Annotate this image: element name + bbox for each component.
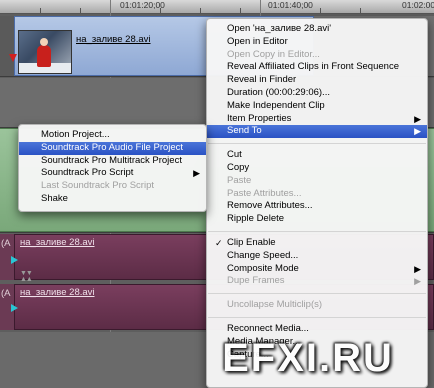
menu-item-label: Soundtrack Pro Audio File Project	[41, 141, 184, 153]
menu-item-paste-attributes[interactable]: Paste Attributes...	[207, 188, 427, 201]
menu-item-dupe-frames[interactable]: Dupe Frames ▶	[207, 275, 427, 288]
ruler-tick	[160, 8, 161, 14]
watermark-logo: EFXI.RU	[222, 336, 394, 380]
menu-item-label: Paste	[227, 174, 252, 186]
submenu-arrow-icon: ▶	[414, 126, 421, 137]
checkmark-icon: ✓	[215, 237, 223, 248]
menu-item-change-speed[interactable]: Change Speed...	[207, 250, 427, 263]
menu-item-label: Make Independent Clip	[227, 99, 325, 111]
ruler-tick	[80, 8, 81, 14]
thumbnail-head	[40, 38, 48, 46]
menu-item-label: Send To	[227, 125, 262, 137]
audio-edge-label: (A	[1, 288, 11, 299]
menu-item-open-in-editor[interactable]: Open in Editor	[207, 36, 427, 49]
menu-item-label: Soundtrack Pro Script	[41, 167, 134, 179]
menu-item-clip-enable[interactable]: ✓ Clip Enable	[207, 237, 427, 250]
video-clip-name: на_заливе 28.avi	[76, 34, 151, 45]
menu-item-label: Reveal in Finder	[227, 74, 297, 86]
audio-clip-name: на_заливе 28.avi	[20, 287, 95, 298]
ruler-tick	[240, 8, 241, 14]
time-ruler[interactable]: 01:01:20;00 01:01:40;00 01:02:00;00	[0, 0, 434, 14]
menu-item-label: Change Speed...	[227, 249, 299, 261]
menu-separator	[208, 143, 426, 145]
thumbnail-figure	[37, 45, 51, 67]
menu-item-label: Soundtrack Pro Multitrack Project	[41, 154, 182, 166]
menu-item-remove-attributes[interactable]: Remove Attributes...	[207, 200, 427, 213]
menu-separator	[208, 293, 426, 295]
audio-edge-label: (A	[1, 238, 11, 249]
ruler-time-label: 01:01:40;00	[268, 0, 313, 10]
menu-item-label: Open in Editor	[227, 35, 288, 47]
menu-item-send-to[interactable]: Send To ▶	[207, 125, 427, 139]
menu-item-soundtrack-multitrack-project[interactable]: Soundtrack Pro Multitrack Project	[19, 155, 206, 168]
menu-item-label: Cut	[227, 149, 242, 161]
menu-item-ripple-delete[interactable]: Ripple Delete	[207, 213, 427, 226]
ruler-tick	[200, 8, 201, 14]
audio-clip-name: на_заливе 28.avi	[20, 237, 95, 248]
menu-item-reveal-affiliated-clips[interactable]: Reveal Affiliated Clips in Front Sequenc…	[207, 61, 427, 74]
menu-item-label: Clip Enable	[227, 236, 276, 248]
menu-item-label: Reveal Affiliated Clips in Front Sequenc…	[227, 61, 399, 73]
link-triangles-icon: ▲▲	[20, 276, 33, 283]
cyan-marker-icon[interactable]	[11, 304, 18, 312]
menu-item-motion-project[interactable]: Motion Project...	[19, 129, 206, 142]
cyan-marker-icon[interactable]	[11, 256, 18, 264]
menu-item-last-soundtrack-script[interactable]: Last Soundtrack Pro Script	[19, 180, 206, 193]
menu-item-reveal-in-finder[interactable]: Reveal in Finder	[207, 74, 427, 87]
menu-item-copy[interactable]: Copy	[207, 162, 427, 175]
menu-item-open-copy-in-editor[interactable]: Open Copy in Editor...	[207, 49, 427, 62]
menu-item-label: Remove Attributes...	[227, 200, 313, 212]
menu-item-make-independent-clip[interactable]: Make Independent Clip	[207, 100, 427, 113]
menu-separator	[208, 316, 426, 318]
menu-item-duration[interactable]: Duration (00:00:29:06)...	[207, 87, 427, 100]
menu-item-item-properties[interactable]: Item Properties ▶	[207, 113, 427, 126]
menu-item-uncollapse-multiclip[interactable]: Uncollapse Multiclip(s)	[207, 299, 427, 312]
submenu-arrow-icon: ▶	[193, 168, 200, 179]
menu-item-composite-mode[interactable]: Composite Mode ▶	[207, 263, 427, 276]
menu-item-label: Open 'на_заливе 28.avi'	[227, 23, 332, 34]
menu-item-label: Shake	[41, 192, 68, 204]
menu-item-label: Item Properties	[227, 112, 292, 124]
submenu-arrow-icon: ▶	[414, 276, 421, 287]
send-to-submenu[interactable]: Motion Project... Soundtrack Pro Audio F…	[18, 124, 207, 212]
menu-item-shake[interactable]: Shake	[19, 193, 206, 206]
ruler-tick	[40, 8, 41, 14]
ruler-time-label: 01:01:20;00	[120, 0, 165, 10]
ruler-tick	[320, 8, 321, 14]
track-edge	[0, 16, 14, 76]
red-marker-icon[interactable]	[9, 54, 17, 62]
submenu-arrow-icon: ▶	[414, 113, 421, 124]
menu-separator	[208, 230, 426, 232]
menu-item-label: Open Copy in Editor...	[227, 48, 320, 60]
menu-item-cut[interactable]: Cut	[207, 149, 427, 162]
menu-item-label: Ripple Delete	[227, 213, 285, 225]
menu-item-label: Paste Attributes...	[227, 187, 302, 199]
menu-item-label: Motion Project...	[41, 129, 110, 140]
submenu-arrow-icon: ▶	[414, 263, 421, 274]
menu-item-label: Uncollapse Multiclip(s)	[227, 299, 323, 311]
menu-item-soundtrack-script[interactable]: Soundtrack Pro Script ▶	[19, 167, 206, 180]
menu-item-label: Duration (00:00:29:06)...	[227, 86, 330, 98]
menu-item-label: Composite Mode	[227, 262, 299, 274]
menu-item-label: Dupe Frames	[227, 275, 285, 287]
menu-item-paste[interactable]: Paste	[207, 175, 427, 188]
ruler-time-label: 01:02:00;00	[402, 0, 434, 10]
menu-item-label: Last Soundtrack Pro Script	[41, 180, 154, 192]
menu-item-soundtrack-audio-file-project[interactable]: Soundtrack Pro Audio File Project	[19, 141, 206, 155]
clip-thumbnail	[18, 30, 72, 74]
menu-item-label: Copy	[227, 161, 250, 173]
ruler-tick	[360, 8, 361, 14]
menu-item-open-clip[interactable]: Open 'на_заливе 28.avi'	[207, 23, 427, 36]
